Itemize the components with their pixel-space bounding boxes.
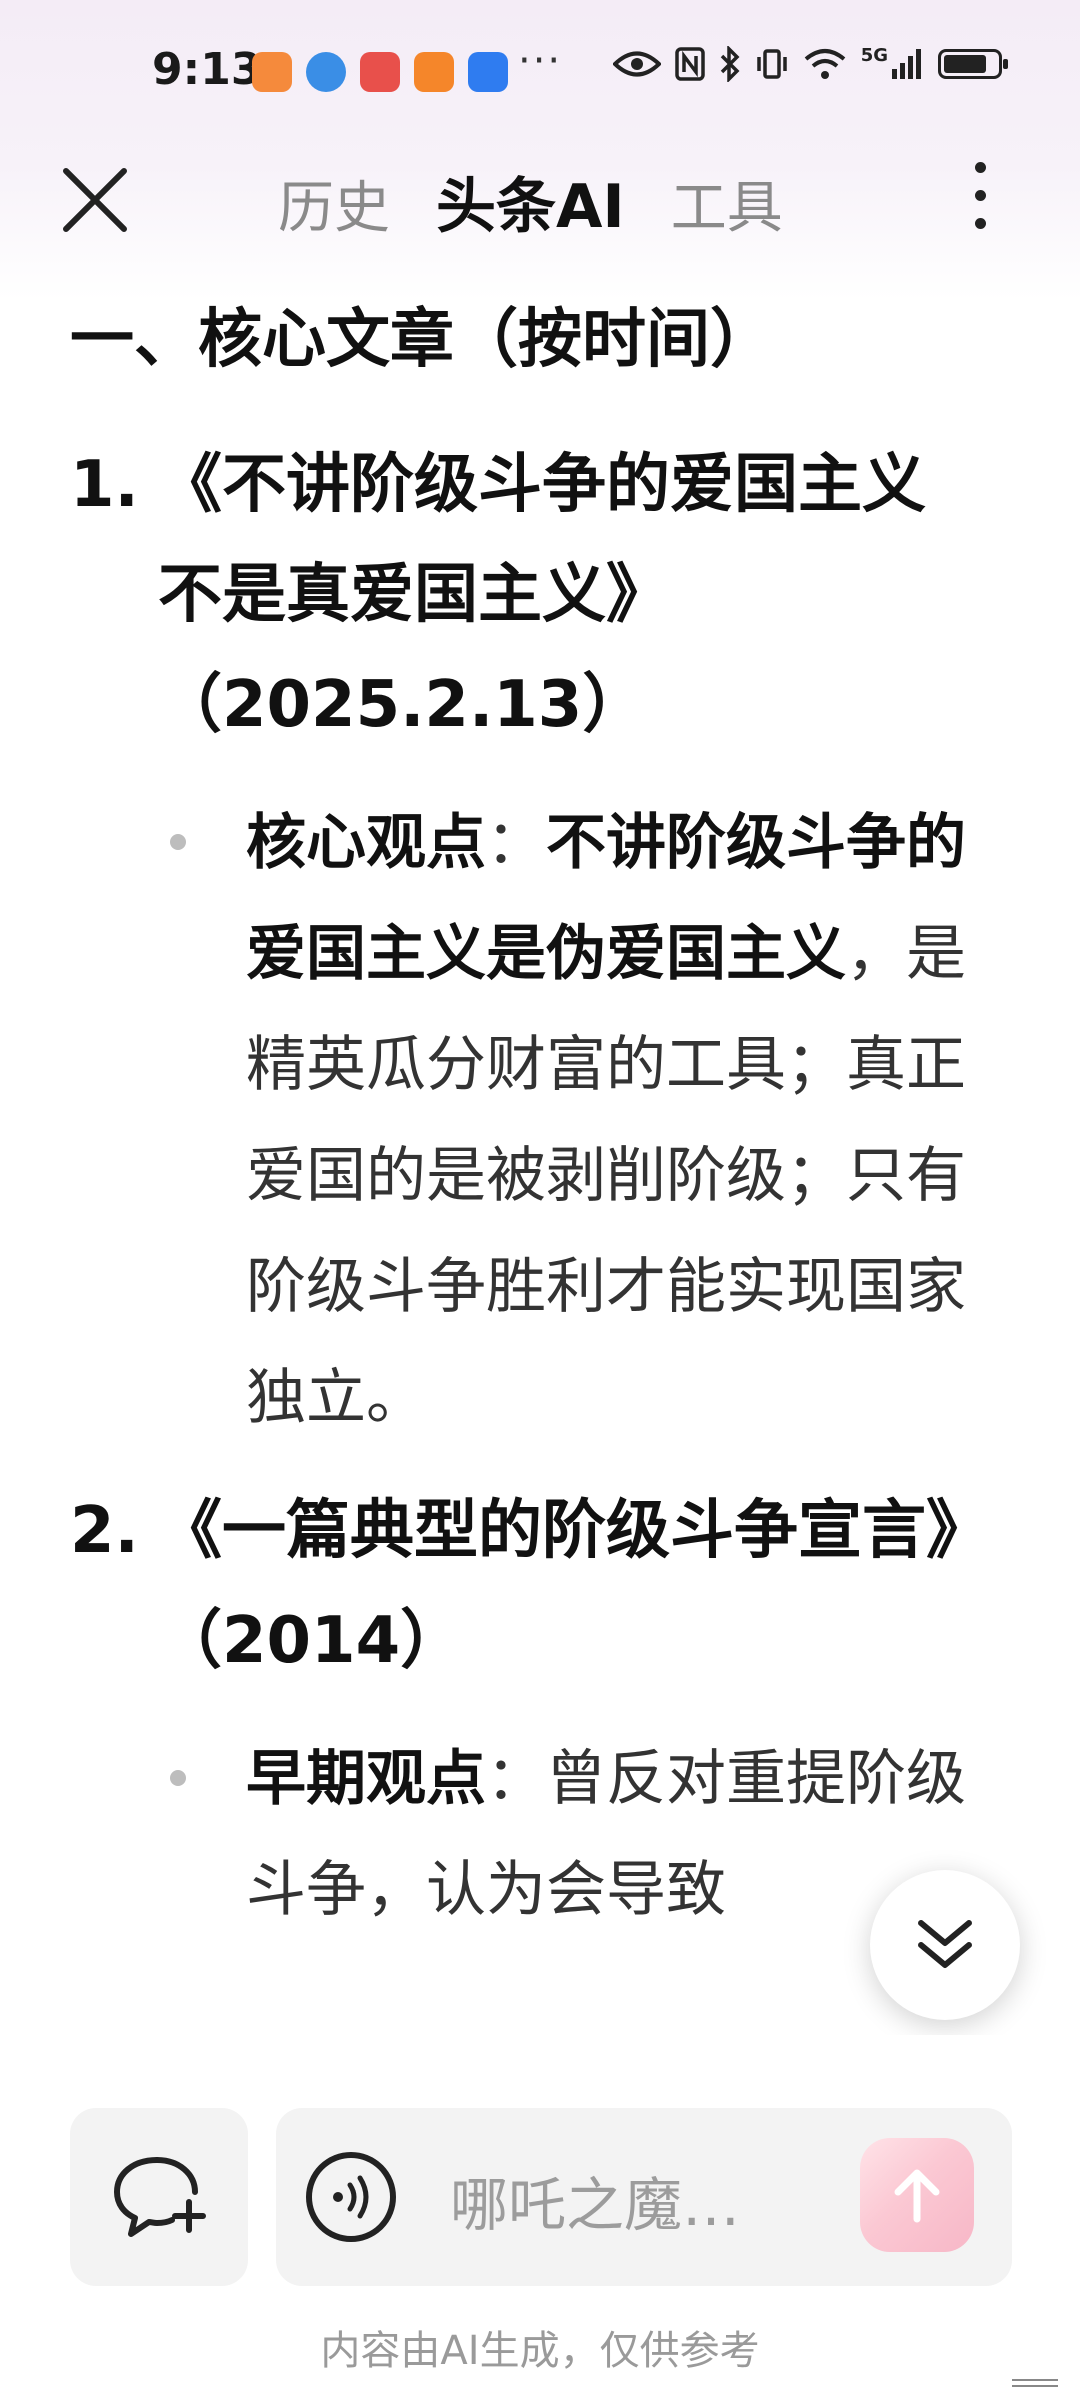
nfc-icon	[674, 47, 705, 81]
close-icon[interactable]	[60, 165, 130, 235]
network-type-label: 5G	[860, 44, 888, 66]
article-title: 《一篇典型的阶级斗争宣言》（2014）	[158, 1494, 958, 1678]
bluetooth-icon	[720, 46, 740, 82]
tab-history[interactable]: 历史	[278, 163, 390, 244]
browser-app-icon	[306, 52, 346, 92]
reader-app-icon	[360, 52, 400, 92]
chat-input-placeholder[interactable]: 哪吒之魔…	[450, 2158, 740, 2242]
bullet-text: ，是精英瓜分财富的工具；真正爱国的是被剥削阶级；只有阶级斗争胜利才能实现国家独立…	[246, 919, 966, 1433]
ai-answer-content: 一、核心文章（按时间） 1. 《不讲阶级斗争的爱国主义不是真爱国主义》（2025…	[70, 290, 970, 1946]
new-chat-icon	[114, 2157, 206, 2237]
signal-icon	[892, 49, 921, 79]
list-item-title: 1. 《不讲阶级斗争的爱国主义不是真爱国主义》（2025.2.13）	[70, 430, 970, 760]
status-bar: 9:13 ··· 5G	[0, 38, 1080, 108]
bulb-app-icon	[468, 52, 508, 92]
bullet-label: 核心观点	[246, 808, 486, 878]
battery-icon	[938, 49, 1008, 79]
double-chevron-down-icon	[918, 1920, 972, 1968]
video-app-icon	[414, 52, 454, 92]
send-button[interactable]	[860, 2138, 974, 2252]
bullet-label: 早期观点	[246, 1744, 486, 1814]
bullet-separator: ：	[486, 1744, 546, 1814]
tab-toutiao-ai[interactable]: 头条AI	[436, 158, 625, 245]
eye-icon	[612, 51, 661, 77]
wifi-icon	[804, 49, 845, 79]
voice-input-icon[interactable]	[304, 2150, 398, 2244]
notification-icons	[252, 52, 508, 92]
scroll-to-bottom-button[interactable]	[870, 1870, 1020, 2020]
bullet-point: 核心观点：不讲阶级斗争的爱国主义是伪爱国主义，是精英瓜分财富的工具；真正爱国的是…	[70, 788, 1016, 1454]
bullet-dot	[170, 1770, 186, 1786]
new-chat-button[interactable]	[70, 2108, 248, 2286]
chat-input-box[interactable]: 哪吒之魔…	[276, 2108, 1012, 2286]
vibrate-icon	[756, 49, 787, 79]
bullet-separator: ：	[486, 808, 546, 878]
header: 历史 头条AI 工具	[0, 140, 1080, 250]
article-title: 《不讲阶级斗争的爱国主义不是真爱国主义》（2025.2.13）	[158, 448, 926, 742]
health-app-icon	[252, 52, 292, 92]
bullet-point: 早期观点：曾反对重提阶级斗争，认为会导致	[70, 1724, 1016, 1946]
section-heading: 一、核心文章（按时间）	[70, 303, 774, 377]
header-tabs: 历史 头条AI 工具	[278, 158, 783, 245]
list-item-number: 2.	[70, 1494, 139, 1568]
list-item-number: 1.	[70, 448, 139, 522]
list-item-title: 2. 《一篇典型的阶级斗争宣言》（2014）	[70, 1476, 970, 1696]
system-icons: 5G	[612, 44, 1008, 82]
tab-tools[interactable]: 工具	[671, 163, 783, 244]
bullet-dot	[170, 834, 186, 850]
more-menu-icon[interactable]	[950, 162, 1010, 242]
scrollbar-handle	[1012, 2379, 1058, 2387]
status-time: 9:13	[152, 44, 262, 95]
arrow-up-icon	[894, 2169, 940, 2223]
ai-disclaimer: 内容由AI生成，仅供参考	[320, 2328, 760, 2374]
more-notifications-icon: ···	[518, 38, 563, 84]
